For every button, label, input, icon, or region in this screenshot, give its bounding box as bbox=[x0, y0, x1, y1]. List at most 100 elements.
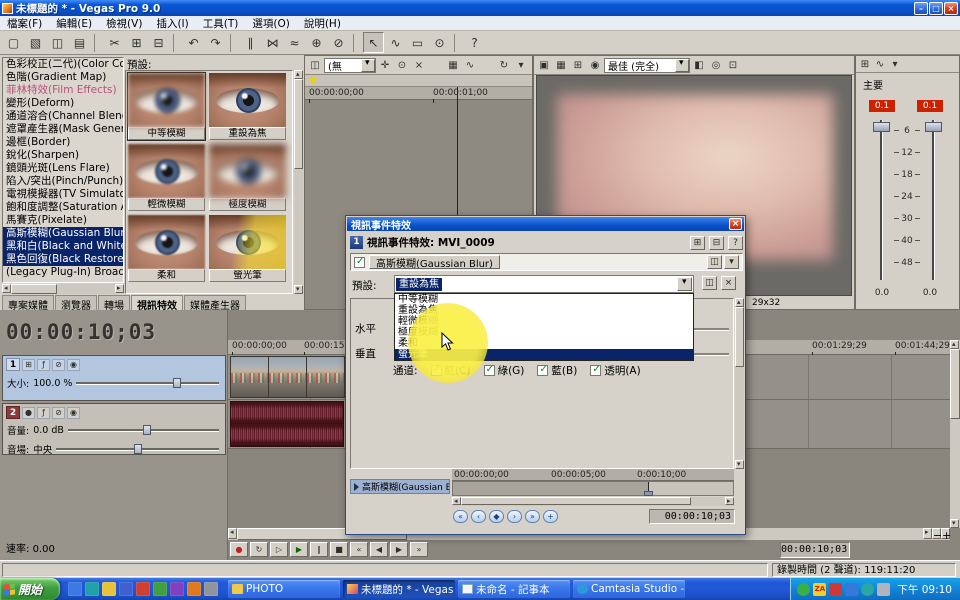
track-number[interactable]: 2 bbox=[6, 406, 20, 419]
dock-tab[interactable]: 轉場 bbox=[98, 295, 130, 310]
plugin-list-item[interactable]: 陷入/突出(Pinch/Punch) bbox=[3, 175, 123, 188]
insert-bus-icon[interactable]: ⊞ bbox=[858, 57, 872, 71]
dock-tab[interactable]: 專案媒體 bbox=[2, 295, 54, 310]
clip-indicator-right[interactable]: 0.1 bbox=[917, 100, 943, 112]
dock-tab[interactable]: 瀏覽器 bbox=[55, 295, 97, 310]
separator[interactable] bbox=[230, 34, 237, 52]
plugin-list-item[interactable]: 高斯模糊(Gaussian Blur) bbox=[3, 227, 123, 240]
timeline-vscrollbar[interactable] bbox=[950, 340, 960, 528]
start-button[interactable]: 開始 bbox=[0, 578, 60, 600]
solo-icon[interactable]: ◉ bbox=[67, 359, 80, 371]
prev-frame-button[interactable]: ◀ bbox=[370, 542, 388, 557]
zoom-in-time-icon[interactable]: + bbox=[941, 528, 950, 539]
video-event-clip[interactable] bbox=[230, 356, 346, 398]
plugin-list-item[interactable]: 菲林特效(Film Effects) bbox=[3, 84, 123, 97]
size-slider[interactable] bbox=[76, 382, 219, 385]
keyframe-row-label[interactable]: 高斯模糊(Gaussian Blu bbox=[350, 479, 450, 494]
plugin-list-item[interactable]: 遮罩產生器(Mask Gener bbox=[3, 123, 123, 136]
tray-icon-blue[interactable] bbox=[845, 583, 858, 596]
keyframe-ruler[interactable]: 00:00:00;00 00:00:05;00 0:00:10;00 bbox=[452, 469, 734, 481]
plugin-list-item[interactable]: 黑色回復(Black Restore) bbox=[3, 253, 123, 266]
next-frame-button[interactable]: ▶ bbox=[390, 542, 408, 557]
chevron-down-icon[interactable] bbox=[361, 59, 375, 72]
loop-region-icon[interactable]: ↻ bbox=[496, 57, 512, 73]
separator[interactable] bbox=[428, 57, 444, 73]
scroll-right-icon[interactable] bbox=[115, 284, 124, 293]
scroll-left-icon[interactable] bbox=[2, 284, 11, 293]
save-preset-icon[interactable]: ◫ bbox=[702, 276, 717, 290]
copy-frame-icon[interactable]: ⊡ bbox=[725, 57, 741, 73]
scrollbar-thumb[interactable] bbox=[950, 349, 960, 419]
presets-vscrollbar[interactable] bbox=[294, 70, 303, 294]
separator[interactable] bbox=[454, 34, 461, 52]
scroll-down-icon[interactable] bbox=[950, 519, 959, 528]
external-monitor-icon[interactable]: ▦ bbox=[553, 57, 569, 73]
menu-item[interactable]: 編輯(E) bbox=[49, 16, 99, 31]
plugin-list-item[interactable]: 色彩校正(二代)(Color Co bbox=[3, 58, 123, 71]
taskbar-window-photo[interactable]: PHOTO bbox=[228, 580, 340, 598]
prev-keyframe-button[interactable]: ‹ bbox=[471, 510, 486, 523]
menu-item[interactable]: 插入(I) bbox=[149, 16, 195, 31]
minimize-button[interactable]: – bbox=[914, 2, 928, 15]
dock-tab[interactable]: 媒體產生器 bbox=[184, 295, 246, 310]
menu-item[interactable]: 檔案(F) bbox=[0, 16, 49, 31]
mute-icon[interactable]: ⊘ bbox=[52, 407, 65, 419]
preview-quality-icon[interactable]: ◉ bbox=[587, 57, 603, 73]
preview-quality-combo[interactable]: 最佳 (完全) bbox=[604, 58, 690, 73]
video-track-header[interactable]: 1 ⊞ ƒ ⊘ ◉ 大小: 100.0 % bbox=[2, 355, 226, 401]
track-number[interactable]: 1 bbox=[6, 358, 20, 371]
keyframe-timecode-display[interactable]: 00:00:10;03 bbox=[649, 509, 735, 524]
plugin-list-item[interactable]: 黑和白(Black and White) bbox=[3, 240, 123, 253]
loop-playback-button[interactable]: ↻ bbox=[250, 542, 268, 557]
record-button[interactable]: ● bbox=[230, 542, 248, 557]
plugin-chain-icon[interactable]: ⊞ bbox=[690, 236, 705, 250]
scrollbar-thumb[interactable] bbox=[461, 497, 691, 505]
preset-thumbnail[interactable]: 中等模糊 bbox=[128, 73, 205, 140]
close-media-icon[interactable]: × bbox=[411, 57, 427, 73]
quicklaunch-icon-6[interactable] bbox=[153, 582, 167, 596]
scrollbar-thumb[interactable] bbox=[11, 284, 57, 294]
channel-checkbox[interactable]: 藍(B) bbox=[537, 363, 577, 378]
quicklaunch-icon-9[interactable] bbox=[204, 582, 218, 596]
plugin-list-item[interactable]: (Legacy Plug-In) Broadc bbox=[3, 266, 123, 279]
plugin-list-item[interactable]: 銳化(Sharpen) bbox=[3, 149, 123, 162]
trimmer-save-icon[interactable]: ◫ bbox=[307, 57, 323, 73]
plugin-list-item[interactable]: 色階(Gradient Map) bbox=[3, 71, 123, 84]
slider-handle[interactable] bbox=[143, 425, 151, 435]
snapshot-icon[interactable]: ◎ bbox=[708, 57, 724, 73]
quicklaunch-icon-3[interactable] bbox=[102, 582, 116, 596]
taskbar-window-vegas[interactable]: 未標題的 * - Vegas P... bbox=[343, 580, 455, 598]
fx-enabled-checkbox[interactable] bbox=[354, 257, 365, 268]
scrollbar-thumb[interactable] bbox=[294, 79, 303, 169]
dock-tab[interactable]: 視訊特效 bbox=[131, 295, 183, 310]
zoom-selection-icon[interactable]: ⊙ bbox=[394, 57, 410, 73]
tray-zonealarm-icon[interactable]: ZA bbox=[813, 583, 826, 596]
scroll-right-icon[interactable] bbox=[923, 528, 932, 539]
plugin-list-item[interactable]: 飽和度調整(Saturation A bbox=[3, 201, 123, 214]
lock-envelopes-icon[interactable]: ⊕ bbox=[306, 32, 327, 53]
whats-this-help-icon[interactable]: ? bbox=[464, 32, 485, 53]
dialog-titlebar[interactable]: 視訊事件特效 × bbox=[347, 217, 744, 231]
trimmer-ruler[interactable]: 00:00:00;00 00:00:01;00 bbox=[305, 87, 532, 100]
scroll-down-icon[interactable] bbox=[294, 285, 303, 294]
project-properties-icon[interactable]: ▣ bbox=[536, 57, 552, 73]
menu-item[interactable]: 說明(H) bbox=[297, 16, 348, 31]
menu-item[interactable]: 工具(T) bbox=[196, 16, 246, 31]
expand-arrow-icon[interactable] bbox=[354, 483, 359, 491]
insert-keyframe-button[interactable]: ◆ bbox=[489, 510, 504, 523]
plugin-list-hscrollbar[interactable] bbox=[2, 284, 124, 294]
volume-slider[interactable] bbox=[68, 429, 219, 432]
show-audio-icon[interactable]: ∿ bbox=[462, 57, 478, 73]
quicklaunch-icon-5[interactable] bbox=[136, 582, 150, 596]
separator[interactable] bbox=[353, 34, 360, 52]
slider-handle[interactable] bbox=[134, 444, 142, 454]
quicklaunch-icon-1[interactable] bbox=[68, 582, 82, 596]
plugin-list-item[interactable]: 邊框(Border) bbox=[3, 136, 123, 149]
redo-icon[interactable]: ↷ bbox=[205, 32, 226, 53]
quicklaunch-icon-2[interactable] bbox=[85, 582, 99, 596]
first-keyframe-button[interactable]: « bbox=[453, 510, 468, 523]
pause-button[interactable]: ∥ bbox=[310, 542, 328, 557]
separator[interactable] bbox=[173, 34, 180, 52]
chain-options-icon[interactable]: ▾ bbox=[724, 255, 739, 269]
properties-icon[interactable]: ▤ bbox=[69, 32, 90, 53]
